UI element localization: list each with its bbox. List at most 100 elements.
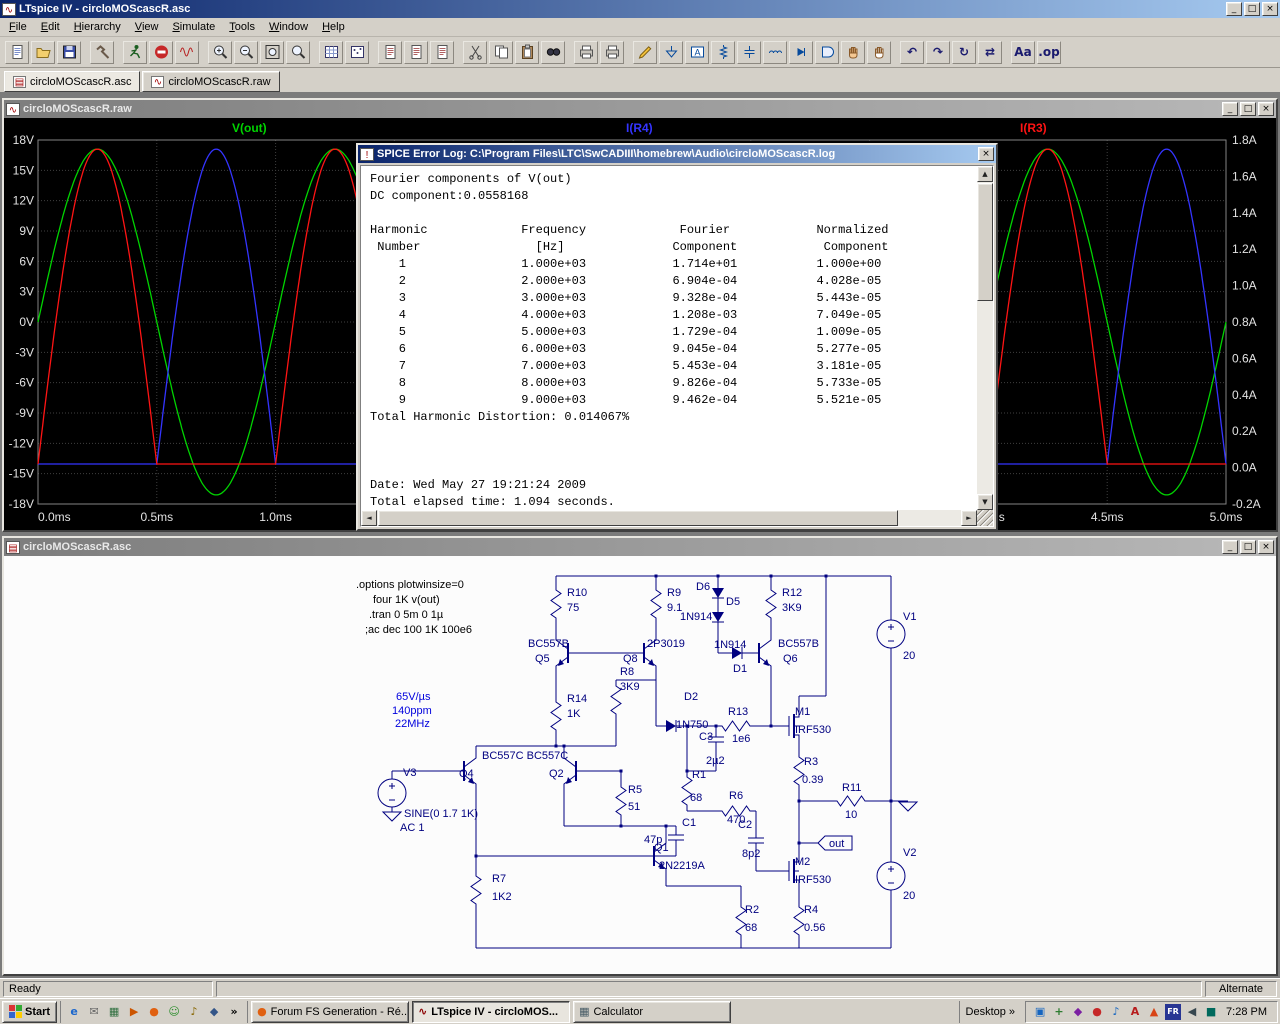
draw-wire-button[interactable] bbox=[633, 41, 657, 64]
svg-text:V3: V3 bbox=[403, 767, 416, 779]
ql-messenger-icon[interactable]: ☺ bbox=[165, 1003, 183, 1021]
app-restore-button[interactable]: □ bbox=[1244, 2, 1260, 16]
menu-help[interactable]: Help bbox=[315, 19, 352, 35]
drag-button[interactable] bbox=[867, 41, 891, 64]
scroll-up-button[interactable]: ▲ bbox=[977, 166, 993, 182]
run-button[interactable] bbox=[123, 41, 147, 64]
open-button[interactable] bbox=[31, 41, 55, 64]
vertical-scrollbar[interactable]: ▲ ▼ bbox=[977, 166, 993, 510]
taskbar-clock: 7:28 PM bbox=[1222, 1006, 1271, 1018]
menu-window[interactable]: Window bbox=[262, 19, 315, 35]
zoom-area-button[interactable] bbox=[208, 41, 232, 64]
pan-button[interactable] bbox=[286, 41, 310, 64]
chevron-icon[interactable]: » bbox=[1009, 1006, 1015, 1018]
ql-more-icon[interactable]: » bbox=[225, 1003, 243, 1021]
ground-button[interactable] bbox=[659, 41, 683, 64]
svg-text:1.2A: 1.2A bbox=[1232, 242, 1257, 256]
control-panel-button[interactable] bbox=[90, 41, 114, 64]
error-log-close-button[interactable]: × bbox=[978, 147, 994, 161]
zoom-full-extents-button[interactable] bbox=[260, 41, 284, 64]
app-minimize-button[interactable]: _ bbox=[1226, 2, 1242, 16]
menu-hierarchy[interactable]: Hierarchy bbox=[67, 19, 128, 35]
view-error-log-button[interactable] bbox=[404, 41, 428, 64]
svg-text:BC557B: BC557B bbox=[778, 638, 819, 650]
mark-data-points-button[interactable] bbox=[345, 41, 369, 64]
ql-winamp-icon[interactable]: ♪ bbox=[185, 1003, 203, 1021]
capacitor-button[interactable] bbox=[737, 41, 761, 64]
tray-network-icon[interactable]: ▣ bbox=[1032, 1004, 1048, 1020]
ql-firefox-icon[interactable]: ● bbox=[145, 1003, 163, 1021]
resistor-button[interactable] bbox=[711, 41, 735, 64]
vertical-scroll-thumb[interactable] bbox=[977, 183, 993, 301]
svg-text:I(R3): I(R3) bbox=[1020, 121, 1047, 135]
app-close-button[interactable]: × bbox=[1262, 2, 1278, 16]
start-button[interactable]: Start bbox=[2, 1001, 57, 1023]
zoom-back-button[interactable] bbox=[234, 41, 258, 64]
menu-tools[interactable]: Tools bbox=[222, 19, 262, 35]
ql-show-desktop-icon[interactable]: ▦ bbox=[105, 1003, 123, 1021]
text-button[interactable]: Aa bbox=[1011, 41, 1035, 64]
tray-antivirus-icon[interactable]: + bbox=[1051, 1004, 1067, 1020]
view-netlist-button[interactable] bbox=[378, 41, 402, 64]
scroll-right-button[interactable]: ► bbox=[961, 510, 977, 526]
tray-audio-icon[interactable]: ♪ bbox=[1108, 1004, 1124, 1020]
tab-circloMOScascR.asc[interactable]: ▤circloMOScascR.asc bbox=[4, 71, 140, 92]
tray-language-fr-icon[interactable]: FR bbox=[1165, 1004, 1181, 1020]
mirror-button[interactable]: ⇄ bbox=[978, 41, 1002, 64]
tray-gpu-icon[interactable]: ◆ bbox=[1070, 1004, 1086, 1020]
save-button[interactable] bbox=[57, 41, 81, 64]
menu-file[interactable]: File bbox=[2, 19, 34, 35]
schematic-close-button[interactable]: × bbox=[1258, 540, 1274, 554]
print-button[interactable] bbox=[574, 41, 598, 64]
ql-photoshop-icon[interactable]: ◆ bbox=[205, 1003, 223, 1021]
menu-simulate[interactable]: Simulate bbox=[165, 19, 222, 35]
desktop-toolbar[interactable]: Desktop » bbox=[959, 1001, 1021, 1023]
component-button[interactable] bbox=[815, 41, 839, 64]
new-schematic-button[interactable] bbox=[5, 41, 29, 64]
schematic-canvas-area[interactable]: out.options plotwinsize=0four 1K v(out).… bbox=[4, 556, 1276, 974]
task-calculator[interactable]: ▦Calculator bbox=[573, 1001, 731, 1023]
schematic-canvas[interactable]: out.options plotwinsize=0four 1K v(out).… bbox=[4, 556, 1276, 974]
scroll-down-button[interactable]: ▼ bbox=[977, 494, 993, 510]
task-firefox[interactable]: ●Forum FS Generation - Ré... bbox=[251, 1001, 409, 1023]
status-spacer bbox=[216, 981, 1202, 997]
net-label-button[interactable]: A bbox=[685, 41, 709, 64]
copy-button[interactable] bbox=[489, 41, 513, 64]
menu-edit[interactable]: Edit bbox=[34, 19, 67, 35]
diode-button[interactable] bbox=[789, 41, 813, 64]
tray-adobe-icon[interactable]: ▲ bbox=[1146, 1004, 1162, 1020]
task-ltspice[interactable]: ∿LTspice IV - circloMOS... bbox=[412, 1001, 570, 1023]
undo-button[interactable]: ↶ bbox=[900, 41, 924, 64]
resize-grip[interactable] bbox=[977, 510, 993, 526]
ql-media-player-icon[interactable]: ▶ bbox=[125, 1003, 143, 1021]
cut-button[interactable] bbox=[463, 41, 487, 64]
horizontal-scroll-thumb[interactable] bbox=[378, 510, 898, 526]
waveform-button[interactable] bbox=[175, 41, 199, 64]
tray-volume-icon[interactable]: ◀ bbox=[1184, 1004, 1200, 1020]
waveform-minimize-button[interactable]: _ bbox=[1222, 102, 1238, 116]
waveform-maximize-button[interactable]: □ bbox=[1240, 102, 1256, 116]
print-preview-button[interactable] bbox=[600, 41, 624, 64]
schematic-maximize-button[interactable]: □ bbox=[1240, 540, 1256, 554]
tab-circloMOScascR.raw[interactable]: ∿circloMOScascR.raw bbox=[142, 71, 279, 92]
scroll-left-button[interactable]: ◄ bbox=[361, 510, 377, 526]
schematic-minimize-button[interactable]: _ bbox=[1222, 540, 1238, 554]
move-button[interactable] bbox=[841, 41, 865, 64]
ql-internet-explorer-icon[interactable]: e bbox=[65, 1003, 83, 1021]
tray-alert-icon[interactable]: ● bbox=[1089, 1004, 1105, 1020]
redo-button[interactable]: ↷ bbox=[926, 41, 950, 64]
tray-avg-icon[interactable]: A bbox=[1127, 1004, 1143, 1020]
spice-directive-button[interactable]: .op bbox=[1037, 41, 1061, 64]
waveform-close-button[interactable]: × bbox=[1258, 102, 1274, 116]
tray-display-icon[interactable]: ■ bbox=[1203, 1004, 1219, 1020]
paste-button[interactable] bbox=[515, 41, 539, 64]
expand-netlist-button[interactable] bbox=[430, 41, 454, 64]
ql-outlook-icon[interactable]: ✉ bbox=[85, 1003, 103, 1021]
rotate-button[interactable]: ↻ bbox=[952, 41, 976, 64]
menu-view[interactable]: View bbox=[128, 19, 166, 35]
inductor-button[interactable] bbox=[763, 41, 787, 64]
find-button[interactable] bbox=[541, 41, 565, 64]
halt-button[interactable] bbox=[149, 41, 173, 64]
horizontal-scrollbar[interactable]: ◄ ► bbox=[361, 510, 977, 526]
grid-button[interactable] bbox=[319, 41, 343, 64]
